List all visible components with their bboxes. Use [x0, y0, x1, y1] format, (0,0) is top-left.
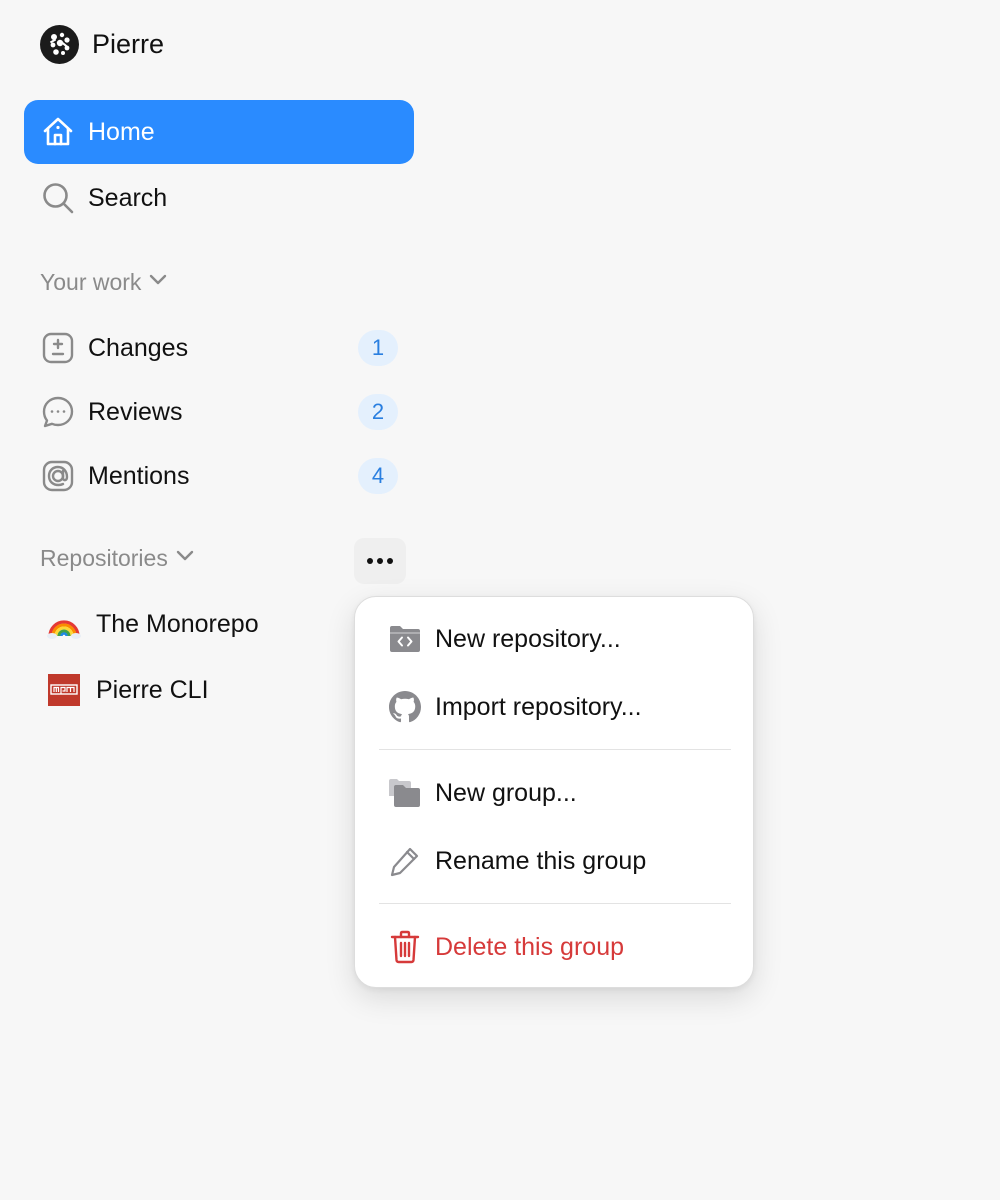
menu-item-delete-group[interactable]: Delete this group [371, 919, 737, 975]
app-page: Pierre Home Search Your work Changes 1 R… [0, 0, 1000, 1200]
ellipsis-icon [366, 552, 394, 570]
sidebar-item-mentions[interactable]: Mentions 4 [40, 454, 398, 498]
your-work-header[interactable]: Your work [40, 268, 169, 296]
sidebar-item-label: Mentions [88, 461, 190, 490]
section-header-label: Repositories [40, 544, 168, 571]
repositories-header[interactable]: Repositories [40, 544, 196, 572]
repositories-context-menu: New repository... Import repository... N… [354, 596, 754, 988]
sidebar-item-label: Changes [88, 333, 189, 362]
at-sign-icon [40, 458, 76, 494]
menu-item-import-repository[interactable]: Import repository... [371, 679, 737, 735]
nav-item-label: Home [88, 117, 155, 146]
home-icon [40, 114, 76, 150]
repo-item-pierre-cli[interactable]: Pierre CLI [40, 667, 209, 713]
menu-item-label: New group... [435, 778, 577, 807]
nav-item-label: Search [88, 183, 168, 212]
menu-item-label: Import repository... [435, 692, 642, 721]
nav-item-home[interactable]: Home [24, 100, 414, 164]
folder-code-icon [385, 619, 425, 659]
rainbow-icon [40, 604, 88, 644]
count-badge: 1 [358, 330, 398, 366]
folders-icon [385, 773, 425, 813]
menu-item-new-group[interactable]: New group... [371, 765, 737, 821]
menu-item-label: Delete this group [435, 932, 625, 961]
repo-item-label: The Monorepo [96, 609, 259, 638]
menu-item-label: New repository... [435, 624, 621, 653]
nav-item-search[interactable]: Search [24, 166, 414, 230]
menu-item-new-repository[interactable]: New repository... [371, 611, 737, 667]
menu-divider [379, 749, 731, 750]
sidebar-item-changes[interactable]: Changes 1 [40, 326, 398, 370]
sidebar-item-label: Reviews [88, 397, 183, 426]
repo-item-label: Pierre CLI [96, 675, 209, 704]
plus-minus-icon [40, 330, 76, 366]
chevron-down-icon [174, 544, 196, 572]
chevron-down-icon [147, 268, 169, 296]
search-icon [40, 180, 76, 216]
chat-bubble-icon [40, 394, 76, 430]
count-badge: 2 [358, 394, 398, 430]
pierre-logo-icon [40, 24, 79, 64]
trash-icon [385, 927, 425, 967]
menu-item-label: Rename this group [435, 846, 647, 875]
sidebar-item-reviews[interactable]: Reviews 2 [40, 390, 398, 434]
pencil-icon [385, 841, 425, 881]
npm-icon [40, 670, 88, 710]
github-icon [385, 687, 425, 727]
brand-name: Pierre [92, 28, 165, 59]
repo-item-the-monorepo[interactable]: The Monorepo [40, 601, 259, 647]
section-header-label: Your work [40, 268, 142, 295]
more-options-button[interactable] [354, 538, 406, 584]
count-badge: 4 [358, 458, 398, 494]
menu-divider [379, 903, 731, 904]
brand[interactable]: Pierre [40, 24, 164, 64]
menu-item-rename-group[interactable]: Rename this group [371, 833, 737, 889]
